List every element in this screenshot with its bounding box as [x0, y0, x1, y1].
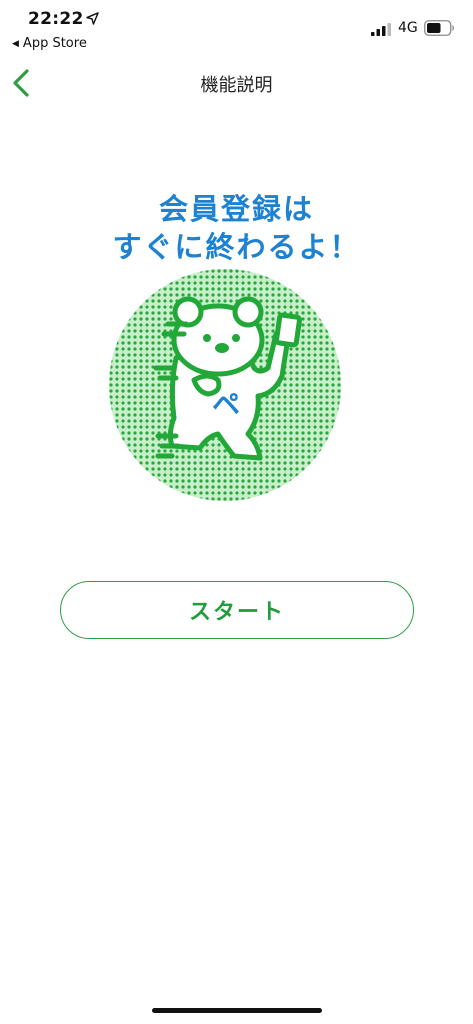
back-triangle-icon: ◀: [12, 39, 19, 49]
illustration-badge-text: ペ: [212, 388, 240, 421]
network-type: 4G: [398, 20, 418, 36]
battery-icon: [424, 20, 454, 36]
headline-line-2: すぐに終わるよ！: [112, 230, 361, 264]
page-title: 機能説明: [200, 75, 273, 96]
headline-line-1: 会員登録は: [158, 192, 314, 226]
start-button[interactable]: スタート: [60, 581, 414, 639]
bear-mascot-illustration: ペ: [109, 269, 341, 501]
back-app-label: App Store: [22, 36, 87, 51]
headline: 会員登録は すぐに終わるよ！: [0, 190, 473, 266]
screen: 22:22 ◀App Store 4G 機能説明 会員登録は すぐに終わるよ！: [0, 0, 473, 1024]
navigation-bar: 機能説明: [0, 58, 473, 108]
location-arrow-icon: [86, 12, 99, 25]
cellular-signal-icon: [371, 23, 391, 36]
status-time: 22:22: [28, 9, 84, 29]
back-to-app-store[interactable]: ◀ App Store: [12, 36, 87, 51]
status-bar: 22:22 ◀ App Store 4G: [0, 0, 473, 58]
home-indicator[interactable]: [152, 1008, 322, 1013]
